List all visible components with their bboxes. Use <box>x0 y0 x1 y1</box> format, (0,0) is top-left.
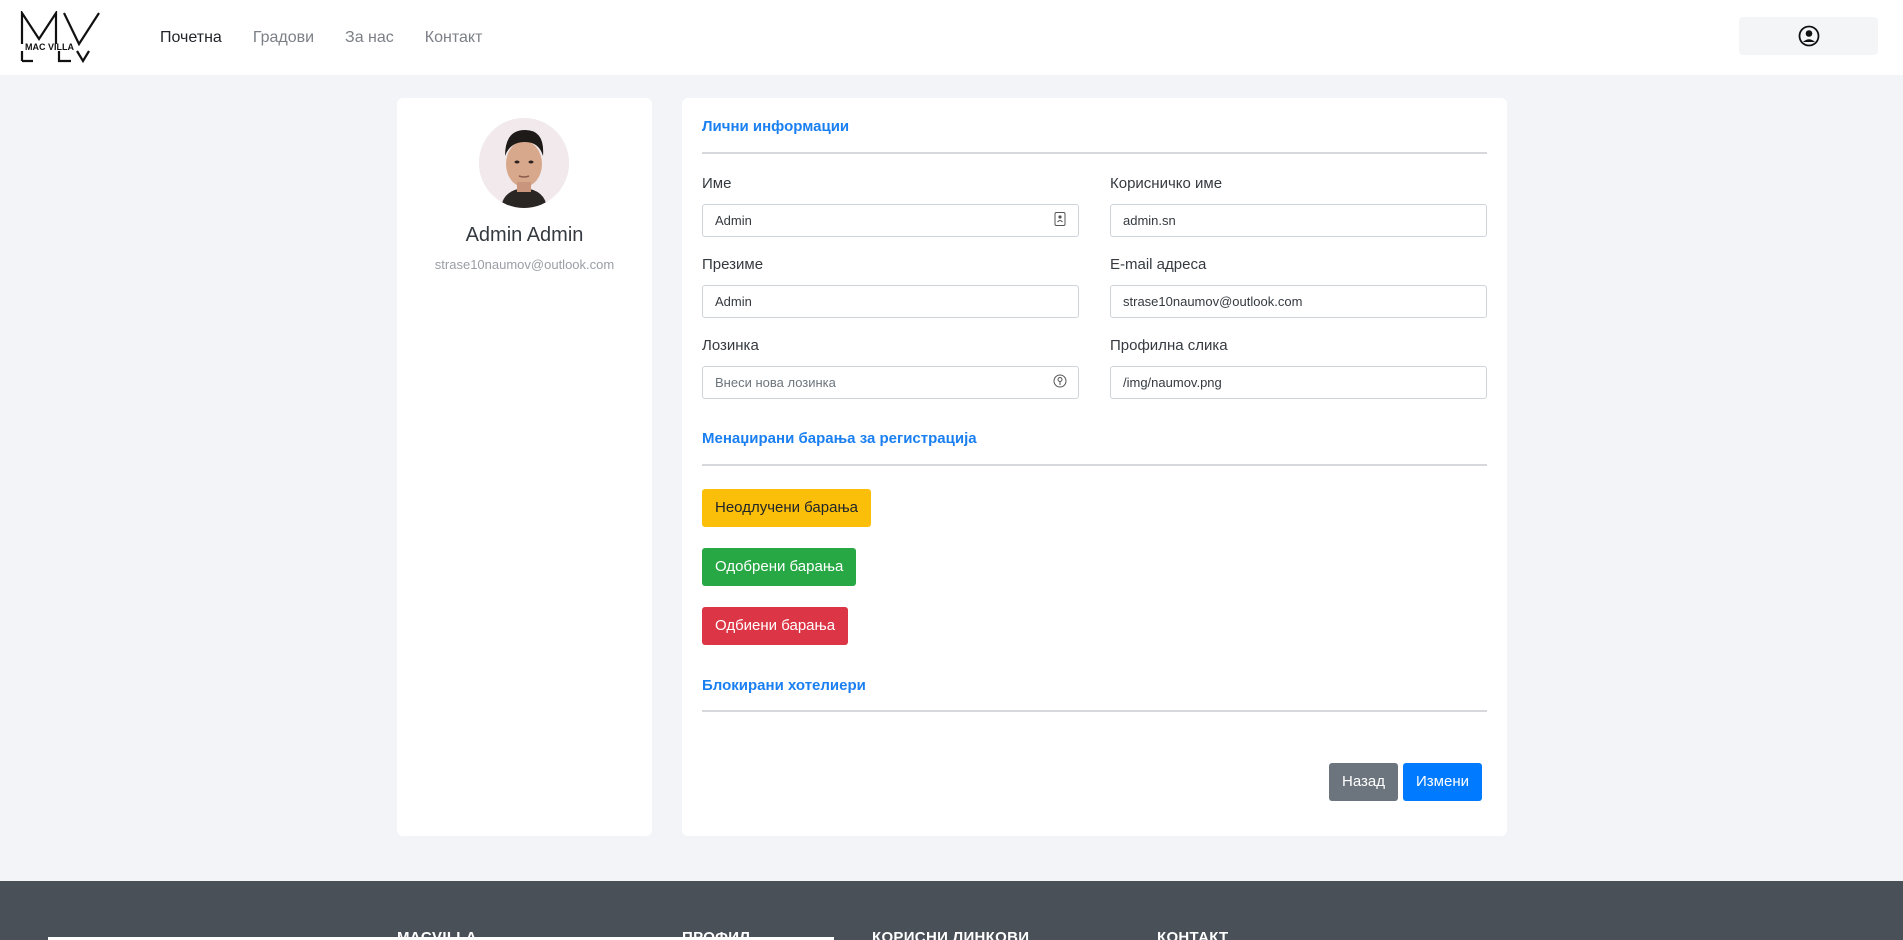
email-input[interactable] <box>1110 285 1487 318</box>
footer: MACVILLA ПРОФИЛ КОРИСНИ ЛИНКОВИ КОНТАКТ <box>0 881 1903 940</box>
username-label: Корисничко име <box>1110 175 1223 192</box>
key-icon[interactable] <box>1053 374 1067 388</box>
blocked-hoteliers-title: Блокирани хотелиери <box>702 677 866 694</box>
pending-requests-button[interactable]: Неодлучени барања <box>702 489 871 527</box>
section-divider <box>702 710 1487 712</box>
last-name-input[interactable] <box>702 285 1079 318</box>
mac-villa-logo[interactable]: MAC VILLA <box>19 9 103 64</box>
first-name-input[interactable] <box>702 204 1079 237</box>
profile-photo-input[interactable] <box>1110 366 1487 399</box>
edit-button[interactable]: Измени <box>1403 763 1482 801</box>
nav-contact[interactable]: Контакт <box>425 29 483 47</box>
username-input[interactable] <box>1110 204 1487 237</box>
password-label: Лозинка <box>702 337 759 354</box>
personal-info-title: Лични информации <box>702 118 850 135</box>
footer-heading-useful-links: КОРИСНИ ЛИНКОВИ <box>872 929 1030 940</box>
profile-card: Admin Admin strase10naumov@outlook.com <box>397 98 652 836</box>
logo-text: MAC VILLA <box>25 42 74 52</box>
back-button[interactable]: Назад <box>1329 763 1398 801</box>
main-nav: Почетна Градови За нас Контакт <box>160 0 513 75</box>
section-divider <box>702 464 1487 466</box>
top-navbar: MAC VILLA Почетна Градови За нас Контакт <box>0 0 1903 75</box>
footer-heading-contact: КОНТАКТ <box>1157 929 1229 940</box>
footer-heading-profile: ПРОФИЛ <box>682 929 751 940</box>
nav-home[interactable]: Почетна <box>160 29 222 47</box>
contact-card-icon[interactable] <box>1053 212 1067 226</box>
nav-about[interactable]: За нас <box>345 29 394 47</box>
requests-title: Менаџирани барања за регистрација <box>702 430 977 447</box>
profile-name: Admin Admin <box>465 224 584 246</box>
rejected-requests-button[interactable]: Одбиени барања <box>702 607 849 645</box>
profile-email: strase10naumov@outlook.com <box>434 257 615 272</box>
password-input[interactable] <box>702 366 1079 399</box>
user-circle-icon <box>1798 25 1819 47</box>
approved-requests-button[interactable]: Одобрени барања <box>702 548 857 586</box>
avatar <box>479 118 569 208</box>
personal-info-card: Лични информации Име Корисничко име През… <box>682 98 1507 836</box>
last-name-label: Презиме <box>702 256 764 273</box>
nav-cities[interactable]: Градови <box>253 29 314 47</box>
footer-heading-macvilla: MACVILLA <box>397 929 477 940</box>
first-name-label: Име <box>702 175 732 192</box>
email-label: E-mail адреса <box>1110 256 1207 273</box>
profile-photo-label: Профилна слика <box>1110 337 1228 354</box>
section-divider <box>702 152 1487 154</box>
user-menu-button[interactable] <box>1739 17 1878 55</box>
